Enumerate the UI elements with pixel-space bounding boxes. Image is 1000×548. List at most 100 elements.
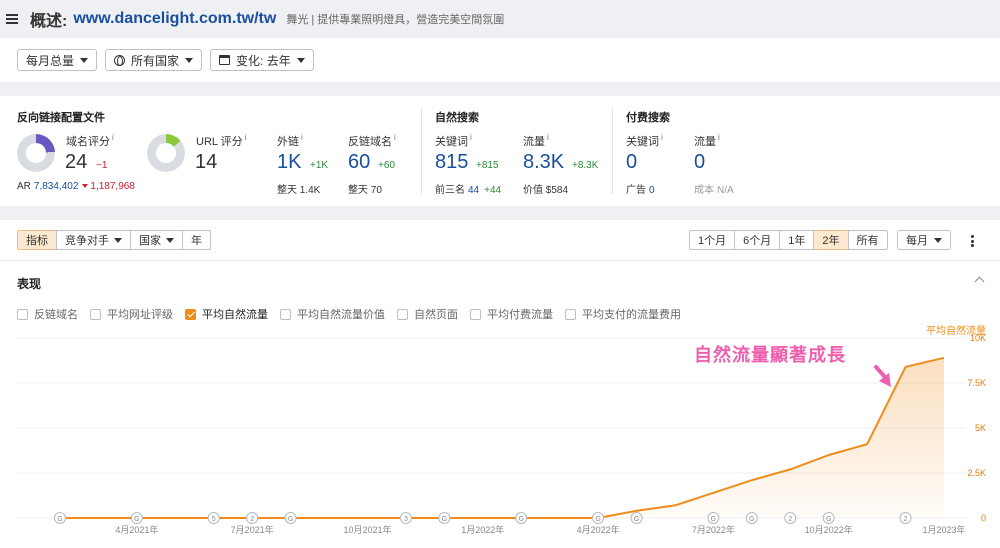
country-dropdown[interactable]: 所有国家: [105, 49, 203, 71]
x-tick-label: 4月2022年: [577, 524, 620, 535]
range-1-month[interactable]: 1个月: [689, 230, 736, 250]
tab-competitors[interactable]: 竞争对手: [56, 230, 131, 250]
event-marker-label: G: [749, 516, 754, 523]
ur-label[interactable]: URL 评分 i: [196, 133, 246, 149]
paid-traffic-value[interactable]: 0: [694, 151, 705, 174]
refdomains-delta: +60: [378, 160, 395, 171]
refdomains-label[interactable]: 反链域名 i: [348, 133, 396, 149]
caret-down-icon: [166, 237, 174, 243]
traffic-value-row: 价值 $584: [523, 185, 569, 196]
checkbox-box[interactable]: [17, 308, 28, 320]
change-dropdown[interactable]: 变化: 去年: [210, 49, 314, 71]
event-marker: 2: [899, 512, 912, 524]
granularity-dropdown[interactable]: 每月: [897, 230, 951, 250]
organic-traffic-value[interactable]: 8.3K: [523, 151, 564, 174]
series-area: [60, 357, 944, 518]
performance-panel: 指标 竞争对手 国家 年 1个月 6个月 1年 2年 所有 每月 表现 反链域名…: [0, 220, 1000, 548]
range-2-years[interactable]: 2年: [813, 230, 849, 250]
y-axis-ticks: 10K7.5K5K2.5K0: [967, 333, 986, 523]
event-marker: G: [630, 512, 643, 524]
event-marker-label: 2: [904, 516, 908, 523]
y-tick-label: 5K: [975, 423, 986, 433]
event-marker-label: G: [57, 516, 62, 523]
event-marker: 2: [784, 512, 797, 524]
y-tick-label: 0: [981, 513, 986, 523]
range-selector: 1个月 6个月 1年 2年 所有: [689, 230, 888, 250]
tab-metrics[interactable]: 指标: [17, 230, 57, 250]
menu-icon[interactable]: [6, 14, 18, 24]
caret-down-icon: [934, 237, 942, 243]
range-label: 1个月: [698, 235, 727, 247]
ur-value: 14: [195, 151, 218, 173]
organic-keywords-delta: +815: [476, 160, 499, 171]
organic-traffic-chart: G G 5 2 G 3 G G G G G G 2 G 2 4月2021年 7月2021年 10月2021年 1月…: [17, 324, 986, 535]
caret-down-icon: [114, 237, 122, 243]
organic-traffic-delta: +8.3K: [572, 160, 599, 171]
range-all[interactable]: 所有: [847, 230, 888, 250]
x-tick-label: 1月2022年: [461, 524, 504, 535]
checkbox-box[interactable]: [185, 308, 196, 320]
backlinks-label[interactable]: 外链 i: [277, 133, 303, 149]
ur-donut-chart: [147, 134, 185, 172]
mode-dropdown[interactable]: 每月总量: [17, 49, 98, 71]
top-bar: 概述: www.dancelight.com.tw/tw 舞光 | 提供專業照明…: [0, 0, 1000, 38]
ar-row: AR 7,834,402 1,187,968: [17, 181, 135, 192]
range-label: 2年: [822, 235, 840, 247]
checkbox-box[interactable]: [280, 308, 291, 320]
event-marker-label: 2: [788, 516, 792, 523]
organic-keywords-label[interactable]: 关键词 i: [435, 133, 472, 149]
more-options-icon[interactable]: [971, 235, 974, 247]
event-marker: G: [438, 512, 451, 524]
event-marker: G: [707, 512, 720, 524]
event-marker: G: [130, 512, 143, 524]
tab-country[interactable]: 国家: [130, 230, 183, 250]
page-description: 舞光 | 提供專業照明燈具，營造完美空間氛圍: [286, 14, 505, 26]
range-1-year[interactable]: 1年: [779, 230, 815, 250]
chart-area-layer: [60, 356, 945, 519]
tab-year[interactable]: 年: [182, 230, 211, 250]
backlinks-alltime: 整天 1.4K: [277, 185, 321, 196]
y-axis-label: 平均自然流量: [926, 324, 986, 337]
x-axis-ticks: 4月2021年 7月2021年 10月2021年 1月2022年 4月2022年 7月20…: [115, 524, 965, 535]
checkbox-box[interactable]: [90, 308, 101, 320]
checkbox-box[interactable]: [565, 308, 576, 320]
event-marker-label: 2: [250, 516, 254, 523]
paid-traffic-label[interactable]: 流量 i: [694, 133, 720, 149]
tab-country-label: 国家: [139, 235, 161, 247]
organic-traffic-label[interactable]: 流量 i: [523, 133, 549, 149]
section-divider: [421, 108, 422, 194]
backlinks-section-title: 反向链接配置文件: [17, 112, 105, 124]
refdomains-value[interactable]: 60: [348, 151, 370, 174]
range-label: 1年: [788, 235, 806, 247]
event-marker-label: G: [288, 516, 293, 523]
event-marker-label: 5: [212, 516, 216, 523]
event-marker: 3: [399, 512, 412, 524]
event-marker-label: G: [711, 516, 716, 523]
x-tick-label: 1月2023年: [922, 524, 965, 535]
paid-keywords-label[interactable]: 关键词 i: [626, 133, 663, 149]
country-dropdown-label: 所有国家: [131, 53, 180, 68]
organic-keywords-value[interactable]: 815: [435, 151, 468, 174]
x-tick-label: 10月2021年: [343, 524, 391, 535]
page-url[interactable]: www.dancelight.com.tw/tw: [73, 10, 276, 28]
paid-keywords-value[interactable]: 0: [626, 151, 637, 174]
range-6-months[interactable]: 6个月: [734, 230, 781, 250]
checkbox-box[interactable]: [397, 308, 408, 320]
event-marker-label: G: [442, 516, 447, 523]
annotation-arrow: [874, 365, 891, 387]
collapse-chevron-icon[interactable]: [974, 276, 985, 287]
event-marker: G: [592, 512, 605, 524]
event-marker: G: [822, 512, 835, 524]
x-tick-label: 4月2021年: [115, 524, 158, 535]
dr-label[interactable]: 域名评分 i: [66, 133, 114, 149]
x-tick-label: 7月2022年: [692, 524, 735, 535]
checkbox-box[interactable]: [470, 308, 481, 320]
arrow-down-icon: [82, 184, 89, 188]
ar-value: 7,834,402: [33, 181, 79, 192]
event-marker: 5: [207, 512, 220, 524]
backlinks-value[interactable]: 1K: [277, 151, 301, 174]
range-label: 6个月: [743, 235, 772, 247]
annotation-text: 自然流量顯著成長: [694, 345, 846, 365]
cost-row: 成本 N/A: [694, 185, 734, 196]
tab-competitors-label: 竞争对手: [65, 235, 109, 247]
